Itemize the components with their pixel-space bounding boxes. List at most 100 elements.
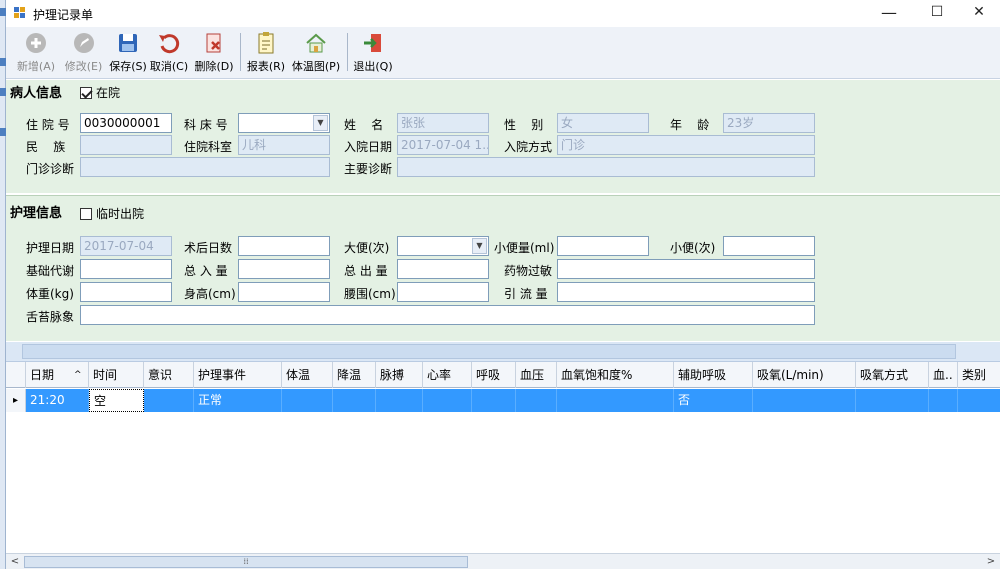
column-header-consciousness[interactable]: 意识 [144, 362, 194, 388]
cancel-button[interactable]: 取消(C) [149, 31, 189, 75]
cell-date[interactable]: 21:20 [26, 389, 89, 412]
temperature-chart-button[interactable]: 体温图(P) [290, 31, 342, 75]
report-button[interactable]: 报表(R) [244, 31, 288, 75]
add-button[interactable]: 新增(A) [12, 31, 60, 75]
cell-cooling[interactable] [333, 389, 376, 412]
toolbar-separator [240, 33, 241, 71]
column-header-heart-rate[interactable]: 心率 [423, 362, 472, 388]
admit-way-field: 门诊 [557, 135, 815, 155]
cell-oxygen-method[interactable] [856, 389, 929, 412]
edit-button[interactable]: 修改(E) [61, 31, 106, 75]
cell-time[interactable]: 空 [89, 389, 144, 412]
cell-heart-rate[interactable] [423, 389, 472, 412]
delete-button[interactable]: 删除(D) [192, 31, 236, 75]
grid-header: 日期 ^ 时间 意识 护理事件 体温 降温 脉搏 心率 呼吸 血压 血氧饱和度%… [6, 362, 1000, 388]
header-corner [6, 362, 26, 388]
exit-button[interactable]: 退出(Q) [351, 31, 395, 75]
drainage-input[interactable] [557, 282, 815, 302]
total-in-input[interactable] [238, 259, 330, 279]
outpatient-diag-field [80, 157, 330, 177]
admit-way-label: 入院方式 [504, 140, 553, 154]
grid-group-bar [6, 342, 1000, 362]
drug-allergy-input[interactable] [557, 259, 815, 279]
in-hospital-checkbox[interactable]: 在院 [80, 84, 120, 101]
column-header-category[interactable]: 类别 [958, 362, 1000, 388]
edit-icon [72, 31, 96, 55]
total-out-label: 总 出 量 [344, 264, 388, 278]
cell-blood[interactable] [929, 389, 958, 412]
cell-temperature[interactable] [282, 389, 333, 412]
post-op-days-input[interactable] [238, 236, 330, 256]
tongue-pulse-label: 舌苔脉象 [26, 310, 75, 324]
cell-oxygen-flow[interactable] [753, 389, 856, 412]
cell-respiration[interactable] [472, 389, 516, 412]
drainage-label: 引 流 量 [504, 287, 548, 301]
care-date-label: 护理日期 [26, 241, 75, 255]
column-header-oxygen-flow[interactable]: 吸氧(L/min) [753, 362, 856, 388]
cell-blood-pressure[interactable] [516, 389, 557, 412]
nursing-info-section: 护理信息 临时出院 护理日期 2017-07-04 术后日数 大便(次) ▼ 小… [6, 195, 1000, 341]
total-out-input[interactable] [397, 259, 489, 279]
maximize-button[interactable]: ☐ [916, 0, 958, 27]
waist-input[interactable] [397, 282, 489, 302]
stool-label: 大便(次) [344, 241, 390, 255]
admit-date-field: 2017-07-04 1... [397, 135, 489, 155]
cell-spo2[interactable] [557, 389, 674, 412]
admission-no-input[interactable]: 0030000001 [80, 113, 172, 133]
close-button[interactable]: ✕ [958, 0, 1000, 27]
scroll-right-icon[interactable]: > [983, 555, 999, 569]
save-button[interactable]: 保存(S) [106, 31, 150, 75]
cell-pulse[interactable] [376, 389, 423, 412]
admission-no-label: 住 院 号 [26, 118, 70, 132]
temp-leave-checkbox[interactable]: 临时出院 [80, 205, 144, 222]
main-diag-label: 主要诊断 [344, 162, 393, 176]
stool-select[interactable]: ▼ [397, 236, 489, 256]
toolbar-separator [347, 33, 348, 71]
column-header-cooling[interactable]: 降温 [333, 362, 376, 388]
ethnicity-field [80, 135, 172, 155]
add-icon [24, 31, 48, 55]
sort-asc-icon: ^ [74, 370, 82, 380]
gender-field: 女 [557, 113, 649, 133]
urine-times-label: 小便(次) [670, 241, 716, 255]
bed-no-select[interactable]: ▼ [238, 113, 330, 133]
column-header-oxygen-method[interactable]: 吸氧方式 [856, 362, 929, 388]
tongue-pulse-input[interactable] [80, 305, 815, 325]
column-header-spo2[interactable]: 血氧饱和度% [557, 362, 674, 388]
admit-date-label: 入院日期 [344, 140, 393, 154]
chevron-down-icon[interactable]: ▼ [313, 115, 328, 131]
column-header-assisted-breathing[interactable]: 辅助呼吸 [674, 362, 753, 388]
height-input[interactable] [238, 282, 330, 302]
cell-category[interactable] [958, 389, 1000, 412]
column-header-respiration[interactable]: 呼吸 [472, 362, 516, 388]
scrollbar-thumb[interactable]: ⁞⁞ [24, 556, 468, 568]
exit-icon [361, 31, 385, 55]
row-current-indicator-icon[interactable]: ▸ [6, 389, 26, 412]
bed-no-label: 科 床 号 [184, 118, 228, 132]
scroll-left-icon[interactable]: < [7, 555, 23, 569]
minimize-button[interactable]: — [868, 0, 910, 27]
horizontal-scrollbar[interactable]: < ⁞⁞ > [6, 553, 1000, 569]
drug-allergy-label: 药物过敏 [504, 264, 553, 278]
chevron-down-icon[interactable]: ▼ [472, 238, 487, 254]
basal-metab-input[interactable] [80, 259, 172, 279]
cell-nursing-event[interactable]: 正常 [194, 389, 282, 412]
app-icon [14, 7, 26, 19]
table-row[interactable]: 21:20 空 正常 否 [6, 389, 1000, 412]
cell-consciousness[interactable] [144, 389, 194, 412]
window-title: 护理记录单 [33, 8, 94, 22]
column-header-blood-pressure[interactable]: 血压 [516, 362, 557, 388]
column-header-date[interactable]: 日期 ^ [26, 362, 89, 388]
column-header-nursing-event[interactable]: 护理事件 [194, 362, 282, 388]
urine-ml-input[interactable] [557, 236, 649, 256]
column-header-pulse[interactable]: 脉搏 [376, 362, 423, 388]
weight-input[interactable] [80, 282, 172, 302]
total-in-label: 总 入 量 [184, 264, 228, 278]
urine-times-input[interactable] [723, 236, 815, 256]
cell-assisted-breathing[interactable]: 否 [674, 389, 753, 412]
column-header-blood[interactable]: 血.. [929, 362, 958, 388]
column-header-temperature[interactable]: 体温 [282, 362, 333, 388]
height-label: 身高(cm) [184, 287, 236, 301]
delete-icon [202, 31, 226, 55]
column-header-time[interactable]: 时间 [89, 362, 144, 388]
